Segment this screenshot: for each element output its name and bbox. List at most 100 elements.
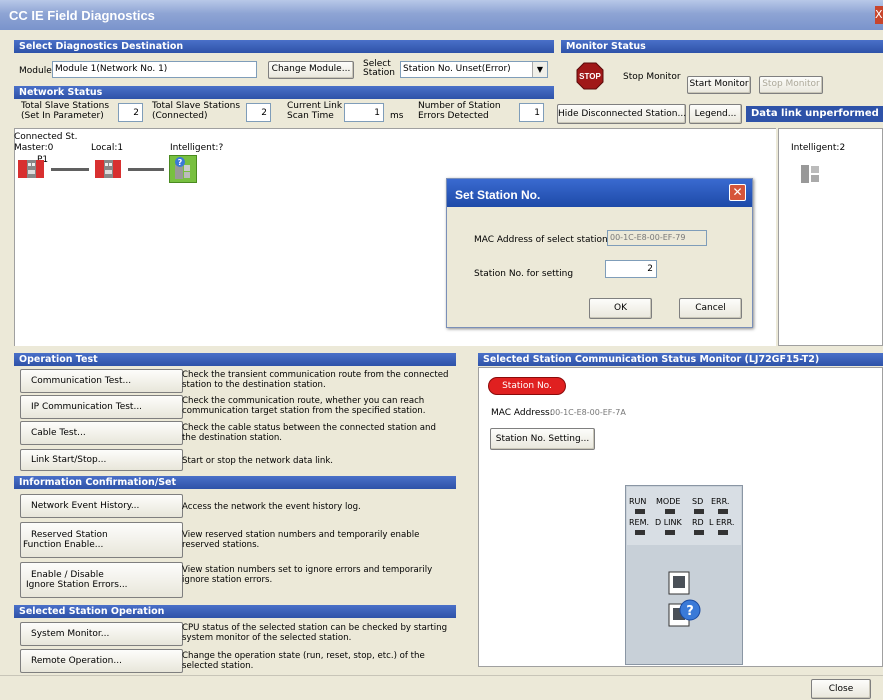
led-label: REM. bbox=[629, 518, 650, 527]
dialog-title: Set Station No. bbox=[447, 179, 752, 207]
led-label: MODE bbox=[656, 497, 681, 506]
desc-line: View reserved station numbers and tempor… bbox=[182, 530, 420, 540]
desc-line: selected station. bbox=[182, 661, 254, 671]
hide-disconnected-button[interactable]: Hide Disconnected Station... bbox=[557, 104, 686, 124]
close-button[interactable]: Close bbox=[811, 679, 871, 699]
chevron-down-icon[interactable]: ▼ bbox=[532, 62, 547, 77]
ethernet-port-icon: ? bbox=[668, 570, 710, 633]
desc-line: station to the destination station. bbox=[182, 380, 326, 390]
disconnected-station-icon[interactable] bbox=[799, 163, 823, 188]
system-monitor-button[interactable]: System Monitor... bbox=[20, 622, 183, 646]
selected-station-operation-header: Selected Station Operation bbox=[14, 605, 456, 618]
scan-time-label: Current Link bbox=[287, 101, 343, 111]
desc-line: Check the cable status between the conne… bbox=[182, 423, 436, 433]
stop-sign-text: STOP bbox=[579, 72, 601, 81]
led-label: ERR. bbox=[711, 497, 730, 506]
close-window-icon[interactable]: X bbox=[875, 6, 883, 24]
master-station-icon[interactable] bbox=[18, 158, 44, 183]
total-param-value: 2 bbox=[118, 103, 143, 122]
link-line bbox=[51, 168, 89, 171]
ip-communication-test-button[interactable]: IP Communication Test... bbox=[20, 395, 183, 419]
total-param-label-2: (Set In Parameter) bbox=[21, 111, 104, 121]
led-indicator bbox=[694, 530, 704, 535]
legend-button[interactable]: Legend... bbox=[689, 104, 742, 124]
op-desc: CPU status of the selected station can b… bbox=[182, 623, 452, 643]
station-monitor-header: Selected Station Communication Status Mo… bbox=[478, 353, 883, 366]
monitor-state-text: Stop Monitor bbox=[623, 72, 681, 82]
network-event-history-button[interactable]: Network Event History... bbox=[20, 494, 183, 518]
start-monitor-button[interactable]: Start Monitor bbox=[687, 76, 751, 94]
desc-line: View station numbers set to ignore error… bbox=[182, 565, 433, 575]
desc-line: Change the operation state (run, reset, … bbox=[182, 651, 425, 661]
intelligent-label: Intelligent:? bbox=[170, 143, 224, 153]
btn-label: Remote Operation... bbox=[31, 656, 122, 666]
op-desc: Check the transient communication route … bbox=[182, 370, 452, 390]
total-connected-value: 2 bbox=[246, 103, 271, 122]
station-no-input[interactable]: 2 bbox=[605, 260, 657, 278]
stop-sign-icon: STOP bbox=[576, 62, 604, 90]
op-desc: Start or stop the network data link. bbox=[182, 456, 452, 466]
led-indicator bbox=[694, 509, 704, 514]
led-indicator bbox=[635, 530, 645, 535]
info-desc: View reserved station numbers and tempor… bbox=[182, 530, 452, 550]
btn-label: IP Communication Test... bbox=[31, 402, 143, 412]
operation-test-header: Operation Test bbox=[14, 353, 456, 366]
errors-label-2: Errors Detected bbox=[418, 111, 489, 121]
mac-select-value: 00-1C-E8-00-EF-79 bbox=[607, 230, 707, 246]
btn-label: Link Start/Stop... bbox=[31, 455, 107, 465]
info-desc: Access the network the event history log… bbox=[182, 502, 452, 512]
connected-label: Connected St. bbox=[14, 132, 78, 142]
station-select[interactable]: Station No. Unset(Error) bbox=[400, 61, 548, 78]
reserved-station-button[interactable]: Reserved Station Function Enable... bbox=[20, 522, 183, 558]
desc-line: Start or stop the network data link. bbox=[182, 456, 334, 466]
desc-line: Access the network the event history log… bbox=[182, 502, 361, 512]
btn-label: Enable / Disable bbox=[31, 570, 104, 580]
select-destination-header: Select Diagnostics Destination bbox=[14, 40, 554, 53]
scan-time-label-2: Scan Time bbox=[287, 111, 334, 121]
link-start-stop-button[interactable]: Link Start/Stop... bbox=[20, 449, 183, 471]
btn-label: Network Event History... bbox=[31, 501, 140, 511]
op-desc: Check the communication route, whether y… bbox=[182, 396, 452, 416]
cancel-button[interactable]: Cancel bbox=[679, 298, 742, 319]
scan-time-value: 1 bbox=[344, 103, 384, 122]
desc-line: system monitor of the selected station. bbox=[182, 633, 352, 643]
mac-select-label: MAC Address of select station bbox=[474, 235, 608, 245]
communication-test-button[interactable]: Communication Test... bbox=[20, 369, 183, 393]
op-desc: Change the operation state (run, reset, … bbox=[182, 651, 452, 671]
led-indicator bbox=[718, 530, 728, 535]
cable-test-button[interactable]: Cable Test... bbox=[20, 421, 183, 445]
station-no-setting-button[interactable]: Station No. Setting... bbox=[490, 428, 595, 450]
dialog-close-icon[interactable]: ✕ bbox=[729, 184, 746, 201]
led-label: RD bbox=[692, 518, 704, 527]
errors-label: Number of Station bbox=[418, 101, 501, 111]
info-desc: View station numbers set to ignore error… bbox=[182, 565, 452, 585]
footer bbox=[0, 675, 883, 700]
network-status-header: Network Status bbox=[14, 86, 554, 99]
led-label: D LINK bbox=[655, 518, 682, 527]
desc-line: the destination station. bbox=[182, 433, 283, 443]
remote-operation-button[interactable]: Remote Operation... bbox=[20, 649, 183, 673]
stop-monitor-button[interactable]: Stop Monitor bbox=[759, 76, 823, 94]
change-module-button[interactable]: Change Module... bbox=[268, 61, 354, 79]
btn-label: System Monitor... bbox=[31, 629, 110, 639]
station-label: Station bbox=[363, 68, 395, 78]
local-station-icon[interactable] bbox=[95, 158, 121, 183]
desc-line: ignore station errors. bbox=[182, 575, 273, 585]
ignore-errors-button[interactable]: Enable / Disable Ignore Station Errors... bbox=[20, 562, 183, 598]
set-station-dialog: Set Station No. ✕ MAC Address of select … bbox=[446, 178, 753, 328]
master-label: Master:0 bbox=[14, 143, 54, 153]
unknown-text: ? bbox=[686, 604, 694, 619]
disconnected-station-area bbox=[778, 128, 883, 346]
led-indicator bbox=[665, 530, 675, 535]
mac-label: MAC Address: bbox=[491, 408, 553, 418]
led-label: SD bbox=[692, 497, 704, 506]
window-title: CC IE Field Diagnostics bbox=[0, 0, 883, 30]
intelligent-station-icon[interactable]: ? bbox=[169, 155, 197, 183]
btn-label: Reserved Station bbox=[31, 530, 108, 540]
scan-time-unit: ms bbox=[390, 111, 404, 121]
data-link-status: Data link unperformed bbox=[746, 106, 883, 122]
desc-line: Check the transient communication route … bbox=[182, 370, 449, 380]
led-label: L ERR. bbox=[709, 518, 735, 527]
errors-value: 1 bbox=[519, 103, 544, 122]
ok-button[interactable]: OK bbox=[589, 298, 652, 319]
